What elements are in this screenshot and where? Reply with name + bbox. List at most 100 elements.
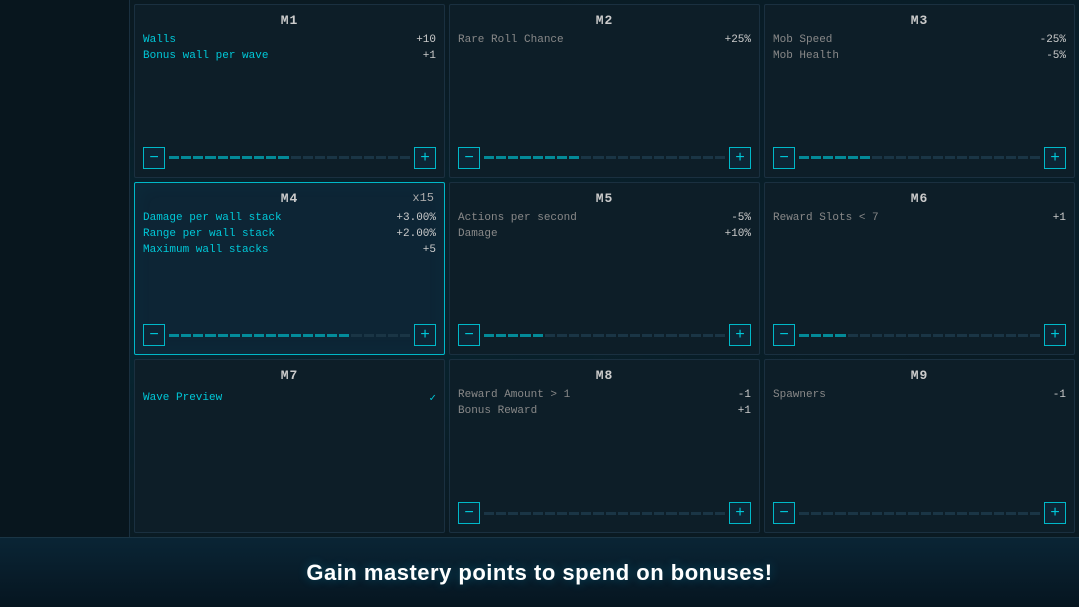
card-title-m1: M1	[143, 13, 436, 28]
stat-label-m1-0: Walls	[143, 34, 176, 46]
stat-value-m2-0: +25%	[725, 34, 751, 46]
stat-label-m5-1: Damage	[458, 228, 498, 240]
card-m5[interactable]: M5Actions per second-5%Damage+10%−+	[449, 182, 760, 356]
slider-plus-m8[interactable]: +	[729, 502, 751, 524]
stat-row-m8-0: Reward Amount > 1 -1	[458, 387, 751, 403]
stat-value-m5-0: -5%	[731, 212, 751, 224]
slider-container-m6: −+	[773, 316, 1066, 346]
slider-container-m9: −+	[773, 494, 1066, 524]
stat-value-m1-0: +10	[416, 34, 436, 46]
wave-preview-label: Wave Preview	[143, 392, 222, 404]
card-m7[interactable]: M7 Wave Preview ✓	[134, 359, 445, 533]
slider-track-m4	[169, 333, 410, 337]
card-title-m2: M2	[458, 13, 751, 28]
stat-value-m3-0: -25%	[1040, 34, 1066, 46]
card-title-m7: M7	[143, 368, 436, 383]
slider-minus-m5[interactable]: −	[458, 324, 480, 346]
slider-track-m9	[799, 511, 1040, 515]
stat-value-m4-0: +3.00%	[396, 212, 436, 224]
stat-row-m2-0: Rare Roll Chance +25%	[458, 32, 751, 48]
stat-label-m4-2: Maximum wall stacks	[143, 244, 268, 256]
stat-label-m8-0: Reward Amount > 1	[458, 389, 570, 401]
card-title-m4: M4	[143, 191, 436, 206]
slider-plus-m3[interactable]: +	[1044, 147, 1066, 169]
slider-plus-m2[interactable]: +	[729, 147, 751, 169]
stat-label-m5-0: Actions per second	[458, 212, 577, 224]
slider-track-m3	[799, 156, 1040, 160]
slider-track-m5	[484, 333, 725, 337]
slider-plus-m4[interactable]: +	[414, 324, 436, 346]
stat-value-m9-0: -1	[1053, 389, 1066, 401]
card-m2[interactable]: M2Rare Roll Chance+25%−+	[449, 4, 760, 178]
stat-label-m1-1: Bonus wall per wave	[143, 50, 268, 62]
slider-minus-m8[interactable]: −	[458, 502, 480, 524]
stat-value-m4-2: +5	[423, 244, 436, 256]
stat-row-m8-1: Bonus Reward +1	[458, 403, 751, 419]
stat-label-m4-0: Damage per wall stack	[143, 212, 282, 224]
slider-track-m2	[484, 156, 725, 160]
stat-row-m4-1: Range per wall stack +2.00%	[143, 226, 436, 242]
footer-text: Gain mastery points to spend on bonuses!	[306, 560, 772, 586]
stat-label-m4-1: Range per wall stack	[143, 228, 275, 240]
stat-row-m3-1: Mob Health -5%	[773, 48, 1066, 64]
stat-row-m4-0: Damage per wall stack +3.00%	[143, 210, 436, 226]
card-title-m6: M6	[773, 191, 1066, 206]
stat-value-m8-0: -1	[738, 389, 751, 401]
stat-value-m1-1: +1	[423, 50, 436, 62]
card-title-m3: M3	[773, 13, 1066, 28]
slider-container-m3: −+	[773, 139, 1066, 169]
slider-minus-m4[interactable]: −	[143, 324, 165, 346]
slider-container-m2: −+	[458, 139, 751, 169]
slider-plus-m6[interactable]: +	[1044, 324, 1066, 346]
stat-row-m5-1: Damage +10%	[458, 226, 751, 242]
card-title-m9: M9	[773, 368, 1066, 383]
card-m8[interactable]: M8Reward Amount > 1-1Bonus Reward+1−+	[449, 359, 760, 533]
stat-label-m6-0: Reward Slots < 7	[773, 212, 879, 224]
stat-label-m8-1: Bonus Reward	[458, 405, 537, 417]
slider-container-m1: −+	[143, 139, 436, 169]
card-title-m5: M5	[458, 191, 751, 206]
cards-grid: M1Walls+10Bonus wall per wave+1−+M2Rare …	[130, 0, 1079, 537]
slider-plus-m9[interactable]: +	[1044, 502, 1066, 524]
slider-minus-m6[interactable]: −	[773, 324, 795, 346]
card-m9[interactable]: M9Spawners-1−+	[764, 359, 1075, 533]
wave-preview-row: Wave Preview ✓	[143, 387, 436, 409]
slider-minus-m2[interactable]: −	[458, 147, 480, 169]
slider-container-m5: −+	[458, 316, 751, 346]
stat-row-m4-2: Maximum wall stacks +5	[143, 242, 436, 258]
slider-container-m4: −+	[143, 316, 436, 346]
stat-label-m3-0: Mob Speed	[773, 34, 832, 46]
stat-label-m9-0: Spawners	[773, 389, 826, 401]
slider-plus-m1[interactable]: +	[414, 147, 436, 169]
stat-row-m9-0: Spawners -1	[773, 387, 1066, 403]
slider-plus-m5[interactable]: +	[729, 324, 751, 346]
slider-minus-m1[interactable]: −	[143, 147, 165, 169]
stat-value-m5-1: +10%	[725, 228, 751, 240]
card-level-m4: x15	[412, 191, 434, 205]
card-m6[interactable]: M6Reward Slots < 7+1−+	[764, 182, 1075, 356]
card-m3[interactable]: M3Mob Speed-25%Mob Health-5%−+	[764, 4, 1075, 178]
stat-label-m3-1: Mob Health	[773, 50, 839, 62]
slider-track-m8	[484, 511, 725, 515]
left-sidebar	[0, 0, 130, 537]
stat-row-m1-1: Bonus wall per wave +1	[143, 48, 436, 64]
card-m1[interactable]: M1Walls+10Bonus wall per wave+1−+	[134, 4, 445, 178]
footer-bar: Gain mastery points to spend on bonuses!	[0, 537, 1079, 607]
stat-value-m6-0: +1	[1053, 212, 1066, 224]
card-title-m8: M8	[458, 368, 751, 383]
slider-minus-m9[interactable]: −	[773, 502, 795, 524]
slider-track-m1	[169, 156, 410, 160]
stat-row-m5-0: Actions per second -5%	[458, 210, 751, 226]
stat-value-m3-1: -5%	[1046, 50, 1066, 62]
slider-track-m6	[799, 333, 1040, 337]
card-m4[interactable]: M4x15 Damage per wall stack +3.00% Range pe…	[134, 182, 445, 356]
stat-value-m8-1: +1	[738, 405, 751, 417]
slider-container-m8: −+	[458, 494, 751, 524]
stat-row-m3-0: Mob Speed -25%	[773, 32, 1066, 48]
stat-row-m1-0: Walls +10	[143, 32, 436, 48]
stat-label-m2-0: Rare Roll Chance	[458, 34, 564, 46]
wave-preview-check-icon: ✓	[429, 391, 436, 405]
stat-value-m4-1: +2.00%	[396, 228, 436, 240]
slider-minus-m3[interactable]: −	[773, 147, 795, 169]
stat-row-m6-0: Reward Slots < 7 +1	[773, 210, 1066, 226]
